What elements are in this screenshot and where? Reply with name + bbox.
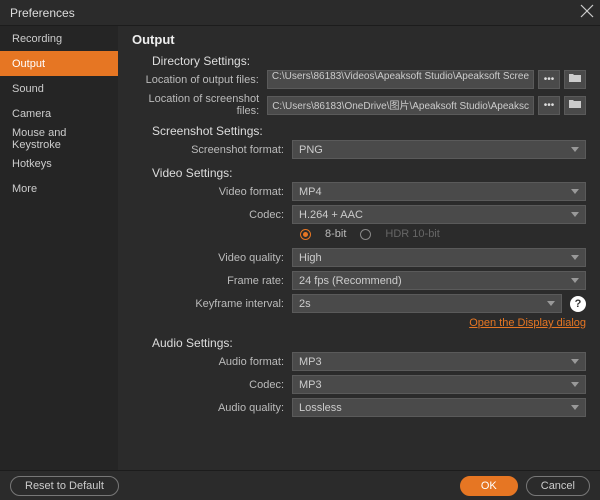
audio-quality-label: Audio quality: [132, 402, 292, 414]
close-icon[interactable] [580, 2, 594, 23]
window-title: Preferences [10, 6, 75, 20]
sidebar-item-camera[interactable]: Camera [0, 101, 118, 126]
sidebar-item-label: Camera [12, 108, 51, 120]
sidebar-item-label: More [12, 183, 37, 195]
audio-format-select[interactable]: MP3 [292, 352, 586, 371]
output-path-browse-button[interactable] [564, 70, 586, 89]
open-display-dialog-link[interactable]: Open the Display dialog [132, 317, 586, 329]
sidebar-item-more[interactable]: More [0, 176, 118, 201]
section-screenshot-title: Screenshot Settings: [132, 124, 586, 138]
sidebar-item-label: Recording [12, 33, 62, 45]
sidebar-item-label: Mouse and Keystroke [12, 127, 118, 151]
screenshot-format-select[interactable]: PNG [292, 140, 586, 159]
sidebar-item-hotkeys[interactable]: Hotkeys [0, 151, 118, 176]
section-video-title: Video Settings: [132, 166, 586, 180]
screenshot-format-label: Screenshot format: [132, 144, 292, 156]
section-audio-title: Audio Settings: [132, 336, 586, 350]
video-format-label: Video format: [132, 186, 292, 198]
more-icon: ••• [544, 100, 555, 111]
bitdepth-hdr-label: HDR 10-bit [385, 228, 439, 240]
output-path-field[interactable]: C:\Users\86183\Videos\Apeaksoft Studio\A… [267, 70, 534, 89]
footer: Reset to Default OK Cancel [0, 470, 600, 500]
reset-button[interactable]: Reset to Default [10, 476, 119, 496]
video-codec-label: Codec: [132, 209, 292, 221]
sidebar-item-label: Output [12, 58, 45, 70]
output-path-more-button[interactable]: ••• [538, 70, 560, 89]
folder-icon [569, 99, 581, 112]
bitdepth-8bit-radio[interactable] [300, 229, 311, 240]
output-path-label: Location of output files: [132, 74, 267, 86]
keyframe-select[interactable]: 2s [292, 294, 562, 313]
ok-button[interactable]: OK [460, 476, 518, 496]
bitdepth-8bit-label: 8-bit [325, 228, 346, 240]
sidebar-item-label: Hotkeys [12, 158, 52, 170]
sidebar-item-recording[interactable]: Recording [0, 26, 118, 51]
cancel-button[interactable]: Cancel [526, 476, 590, 496]
sidebar: Recording Output Sound Camera Mouse and … [0, 26, 118, 470]
main-panel: Output Directory Settings: Location of o… [118, 26, 600, 470]
frame-rate-label: Frame rate: [132, 275, 292, 287]
sidebar-item-mouse[interactable]: Mouse and Keystroke [0, 126, 118, 151]
screenshot-path-browse-button[interactable] [564, 96, 586, 115]
sidebar-item-output[interactable]: Output [0, 51, 118, 76]
video-quality-label: Video quality: [132, 252, 292, 264]
frame-rate-select[interactable]: 24 fps (Recommend) [292, 271, 586, 290]
audio-format-label: Audio format: [132, 356, 292, 368]
screenshot-path-label: Location of screenshot files: [132, 93, 267, 117]
keyframe-help-button[interactable]: ? [570, 296, 586, 312]
audio-quality-select[interactable]: Lossless [292, 398, 586, 417]
screenshot-path-more-button[interactable]: ••• [538, 96, 560, 115]
screenshot-path-field[interactable]: C:\Users\86183\OneDrive\图片\Apeaksoft Stu… [267, 96, 534, 115]
video-quality-select[interactable]: High [292, 248, 586, 267]
keyframe-label: Keyframe interval: [132, 298, 292, 310]
sidebar-item-label: Sound [12, 83, 44, 95]
titlebar: Preferences [0, 0, 600, 26]
bitdepth-hdr-radio[interactable] [360, 229, 371, 240]
video-format-select[interactable]: MP4 [292, 182, 586, 201]
video-codec-select[interactable]: H.264 + AAC [292, 205, 586, 224]
audio-codec-select[interactable]: MP3 [292, 375, 586, 394]
audio-codec-label: Codec: [132, 379, 292, 391]
more-icon: ••• [544, 74, 555, 85]
section-directory-title: Directory Settings: [132, 54, 586, 68]
help-icon: ? [575, 298, 582, 310]
sidebar-item-sound[interactable]: Sound [0, 76, 118, 101]
page-title: Output [132, 32, 586, 47]
folder-icon [569, 73, 581, 86]
